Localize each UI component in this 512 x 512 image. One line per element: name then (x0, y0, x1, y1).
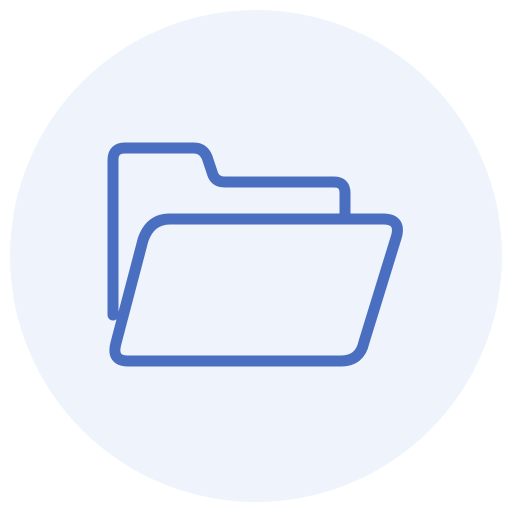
open-folder-icon (0, 0, 512, 512)
icon-background-circle (10, 10, 502, 502)
folder-icon-graphic (10, 10, 502, 502)
